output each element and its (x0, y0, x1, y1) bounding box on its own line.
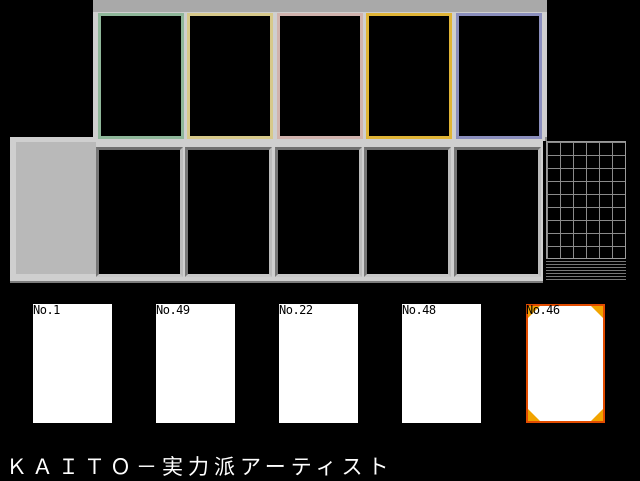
bottom-slot-5[interactable] (454, 147, 541, 277)
bottom-slot-3[interactable] (275, 147, 362, 277)
board-side-panel (16, 142, 96, 274)
selection-corner-icon (591, 409, 603, 421)
hand-card-2[interactable] (156, 304, 235, 423)
bottom-slot-4[interactable] (364, 147, 451, 277)
hand-card-1[interactable] (33, 304, 112, 423)
bottom-slot-2[interactable] (185, 147, 272, 277)
hand-card-5[interactable] (526, 304, 605, 423)
bottom-slot-1[interactable] (96, 147, 183, 277)
board-top-strip (93, 0, 547, 12)
top-slot-yellow[interactable] (187, 13, 273, 139)
top-slot-pink[interactable] (277, 13, 363, 139)
card-number-label: No.22 (279, 303, 313, 317)
top-slot-gold[interactable] (366, 13, 452, 139)
deck-stack-lines (546, 261, 626, 281)
hand-card-4[interactable] (402, 304, 481, 423)
card-number-label: No.49 (156, 303, 190, 317)
card-number-label: No.46 (526, 303, 560, 317)
selection-corner-icon (591, 306, 603, 318)
top-slot-green[interactable] (98, 13, 184, 139)
deck-grid[interactable] (546, 141, 626, 259)
top-slot-blue[interactable] (456, 13, 542, 139)
selection-corner-icon (528, 409, 540, 421)
card-number-label: No.1 (33, 303, 60, 317)
card-name-caption: ＫＡＩＴＯ－実力派アーティスト (6, 455, 394, 479)
hand-card-3[interactable] (279, 304, 358, 423)
card-number-label: No.48 (402, 303, 436, 317)
